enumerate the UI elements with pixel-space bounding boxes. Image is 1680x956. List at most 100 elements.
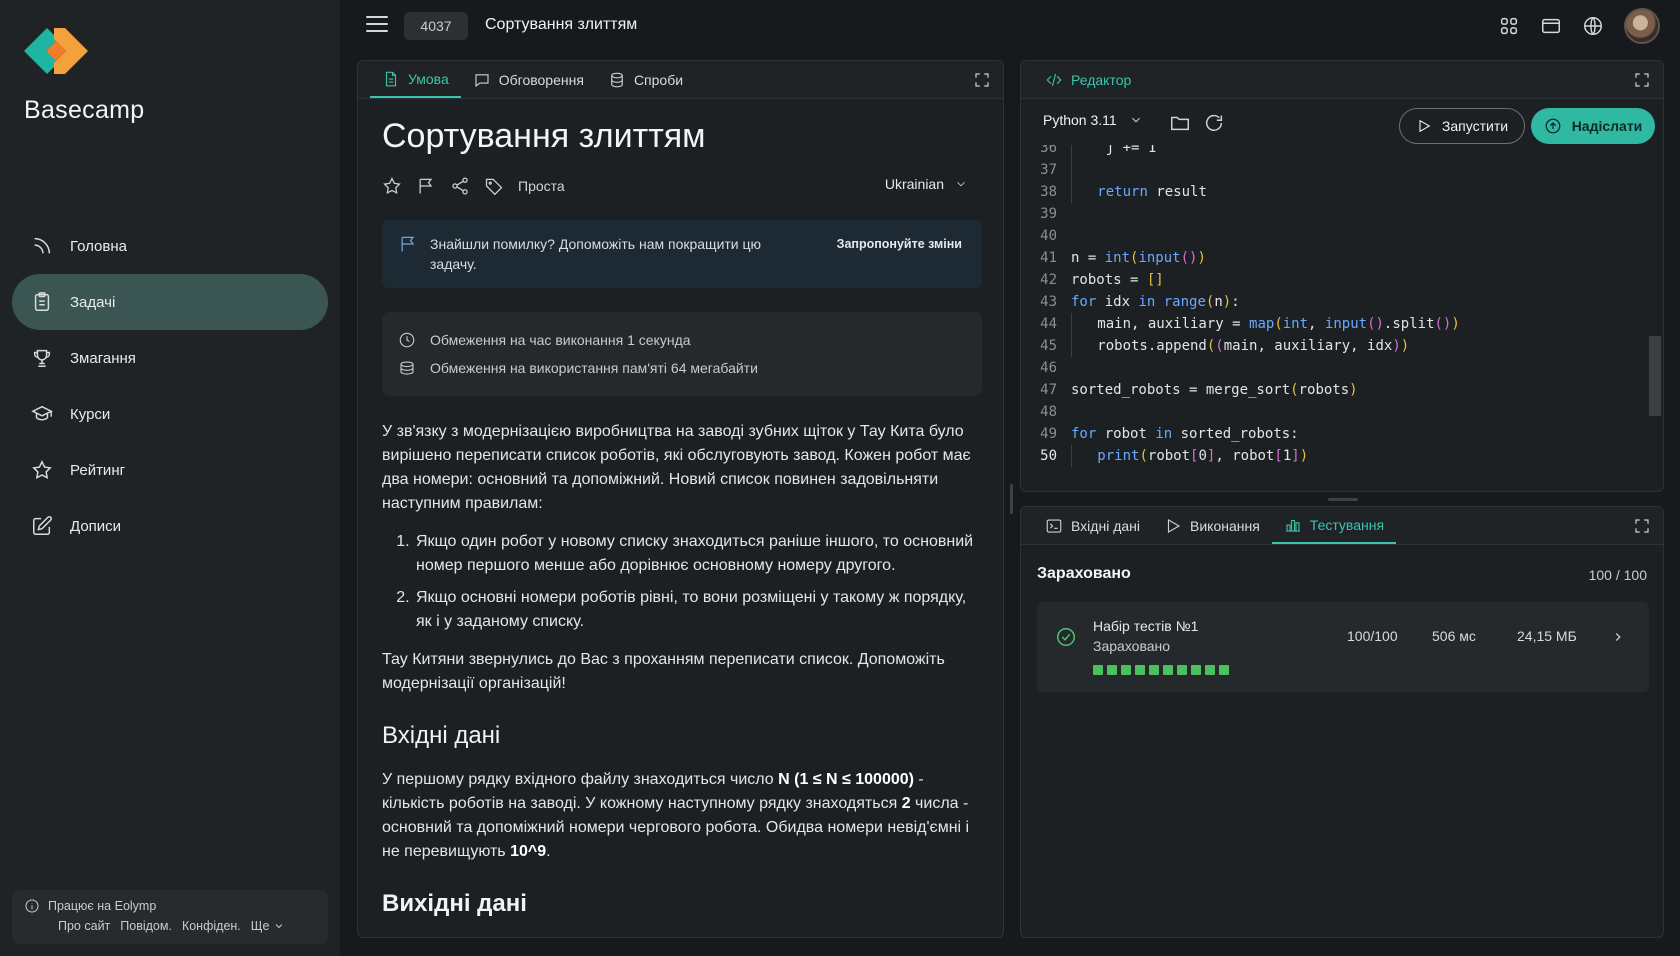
terminal-icon xyxy=(1046,518,1062,533)
tag-icon[interactable] xyxy=(484,176,504,196)
chevron-down-icon xyxy=(957,181,965,187)
closing-text: Тау Китяни звернулись до Вас з проханням… xyxy=(382,651,945,692)
test-passed-marker[interactable] xyxy=(1163,665,1173,675)
sidebar-item-label: Рейтинг xyxy=(70,461,126,479)
upload-circle-icon xyxy=(1545,118,1561,134)
test-passed-marker[interactable] xyxy=(1191,665,1201,675)
graduation-cap-icon xyxy=(30,402,54,426)
expand-icon[interactable] xyxy=(973,71,991,89)
refresh-icon[interactable] xyxy=(1203,112,1225,134)
test-passed-marker[interactable] xyxy=(1219,665,1229,675)
brand-name: Basecamp xyxy=(24,96,145,124)
menu-icon[interactable] xyxy=(366,16,388,36)
list-item: Якщо основні номери роботів рівні, то во… xyxy=(414,586,982,634)
testset-memory: 24,15 МБ xyxy=(1517,628,1577,644)
test-passed-marker[interactable] xyxy=(1149,665,1159,675)
basecamp-logo[interactable] xyxy=(24,28,88,74)
tab-execution[interactable]: Виконання xyxy=(1152,507,1272,544)
play-icon xyxy=(1419,119,1431,133)
window-icon[interactable] xyxy=(1540,15,1562,37)
folder-icon[interactable] xyxy=(1169,112,1191,134)
test-passed-marker[interactable] xyxy=(1177,665,1187,675)
editor-scrollbar[interactable] xyxy=(1649,336,1661,416)
sidebar-item-label: Курси xyxy=(70,405,111,423)
tab-discussion[interactable]: Обговорення xyxy=(461,61,596,98)
tab-statement[interactable]: Умова xyxy=(370,61,461,98)
testset-row[interactable]: Набір тестів №1 Зараховано 100/100 506 м… xyxy=(1037,602,1649,692)
test-passed-marker[interactable] xyxy=(1135,665,1145,675)
database-icon xyxy=(611,72,623,87)
test-passed-marker[interactable] xyxy=(1107,665,1117,675)
test-passed-marker[interactable] xyxy=(1205,665,1215,675)
test-results-dots xyxy=(1093,665,1229,675)
sidebar-item-rating[interactable]: Рейтинг xyxy=(12,442,328,498)
sidebar-item-courses[interactable]: Курси xyxy=(12,386,328,442)
tab-editor[interactable]: Редактор xyxy=(1033,61,1143,98)
submit-label: Надіслати xyxy=(1571,118,1643,134)
sidebar-item-contests[interactable]: Змагання xyxy=(12,330,328,386)
apps-grid-icon[interactable] xyxy=(1498,15,1520,37)
tab-label: Вхідні дані xyxy=(1071,517,1140,534)
problem-content: Сортування злиттям Проста Ukrainian Знай… xyxy=(382,117,982,918)
editor-panel: Редактор Python 3.11 Запустити Надіслати… xyxy=(1020,60,1664,492)
run-button[interactable]: Запустити xyxy=(1399,108,1525,144)
chat-icon xyxy=(475,73,489,87)
limits-box: Обмеження на час виконання 1 секунда Обм… xyxy=(382,312,982,396)
suggest-changes-button[interactable]: Запропонуйте зміни xyxy=(837,234,962,254)
trophy-icon xyxy=(30,346,54,370)
powered-by[interactable]: Працює на Eolymp xyxy=(48,899,156,913)
expand-icon[interactable] xyxy=(1633,71,1651,89)
time-limit: Обмеження на час виконання 1 секунда xyxy=(430,332,691,348)
test-passed-marker[interactable] xyxy=(1121,665,1131,675)
sidebar-item-posts[interactable]: Дописи xyxy=(12,498,328,554)
sidebar-item-label: Змагання xyxy=(70,349,136,367)
tab-input[interactable]: Вхідні дані xyxy=(1033,507,1152,544)
tab-attempts[interactable]: Спроби xyxy=(596,61,695,98)
input-text: У першому рядку вхідного файлу знаходить… xyxy=(382,771,970,860)
edit-icon xyxy=(30,514,54,538)
statement-text: У зв'язку з модернізацією виробництва на… xyxy=(382,423,971,512)
flag-icon[interactable] xyxy=(416,176,436,196)
testset-points: 100/100 xyxy=(1347,628,1398,644)
tab-label: Тестування xyxy=(1309,516,1385,533)
sidebar: Basecamp Головна Задачі Змагання Курси Р… xyxy=(0,0,340,956)
info-icon xyxy=(25,899,39,913)
globe-icon[interactable] xyxy=(1582,15,1604,37)
footer-link-report[interactable]: Повідом. xyxy=(120,919,172,933)
sidebar-item-home[interactable]: Головна xyxy=(12,218,328,274)
problem-id-badge: 4037 xyxy=(404,12,468,40)
chevron-right-icon[interactable] xyxy=(1611,630,1625,644)
footer-link-about[interactable]: Про сайт xyxy=(58,919,110,933)
vertical-resize-handle[interactable] xyxy=(1010,484,1013,514)
difficulty-label: Проста xyxy=(518,178,565,194)
problem-title: Сортування злиттям xyxy=(382,117,706,155)
topbar: 4037 Сортування злиттям xyxy=(340,0,1680,52)
footer-link-more[interactable]: Ще xyxy=(251,919,286,933)
chevron-down-icon xyxy=(1131,117,1140,123)
clock-icon xyxy=(399,332,415,348)
editor-tabs: Редактор xyxy=(1021,61,1663,99)
language-select[interactable]: Ukrainian xyxy=(885,176,968,192)
code-editor[interactable]: 36 j += 1 37 38 return result 39 40 41 n … xyxy=(1021,145,1641,485)
chevron-down-icon xyxy=(276,924,283,929)
language-value: Ukrainian xyxy=(884,176,944,192)
sidebar-item-label: Дописи xyxy=(70,517,122,535)
language-select[interactable]: Python 3.11 xyxy=(1043,112,1143,128)
tab-testing[interactable]: Тестування xyxy=(1271,507,1397,544)
test-passed-marker[interactable] xyxy=(1093,665,1103,675)
play-icon xyxy=(1167,518,1181,533)
footer-more-label: Ще xyxy=(250,919,270,933)
testset-time: 506 мс xyxy=(1432,628,1476,644)
footer-link-privacy[interactable]: Конфіден. xyxy=(182,919,241,933)
bar-chart-icon xyxy=(1286,519,1300,532)
language-value: Python 3.11 xyxy=(1043,112,1117,128)
avatar[interactable] xyxy=(1624,8,1660,44)
share-icon[interactable] xyxy=(450,176,470,196)
submit-button[interactable]: Надіслати xyxy=(1531,108,1655,144)
star-icon[interactable] xyxy=(382,176,402,196)
expand-icon[interactable] xyxy=(1633,517,1651,535)
total-score: 100 / 100 xyxy=(1588,567,1647,583)
horizontal-resize-handle[interactable] xyxy=(1328,498,1358,501)
sidebar-item-problems[interactable]: Задачі xyxy=(12,274,328,330)
rules-list: Якщо один робот у новому списку знаходит… xyxy=(382,530,982,634)
